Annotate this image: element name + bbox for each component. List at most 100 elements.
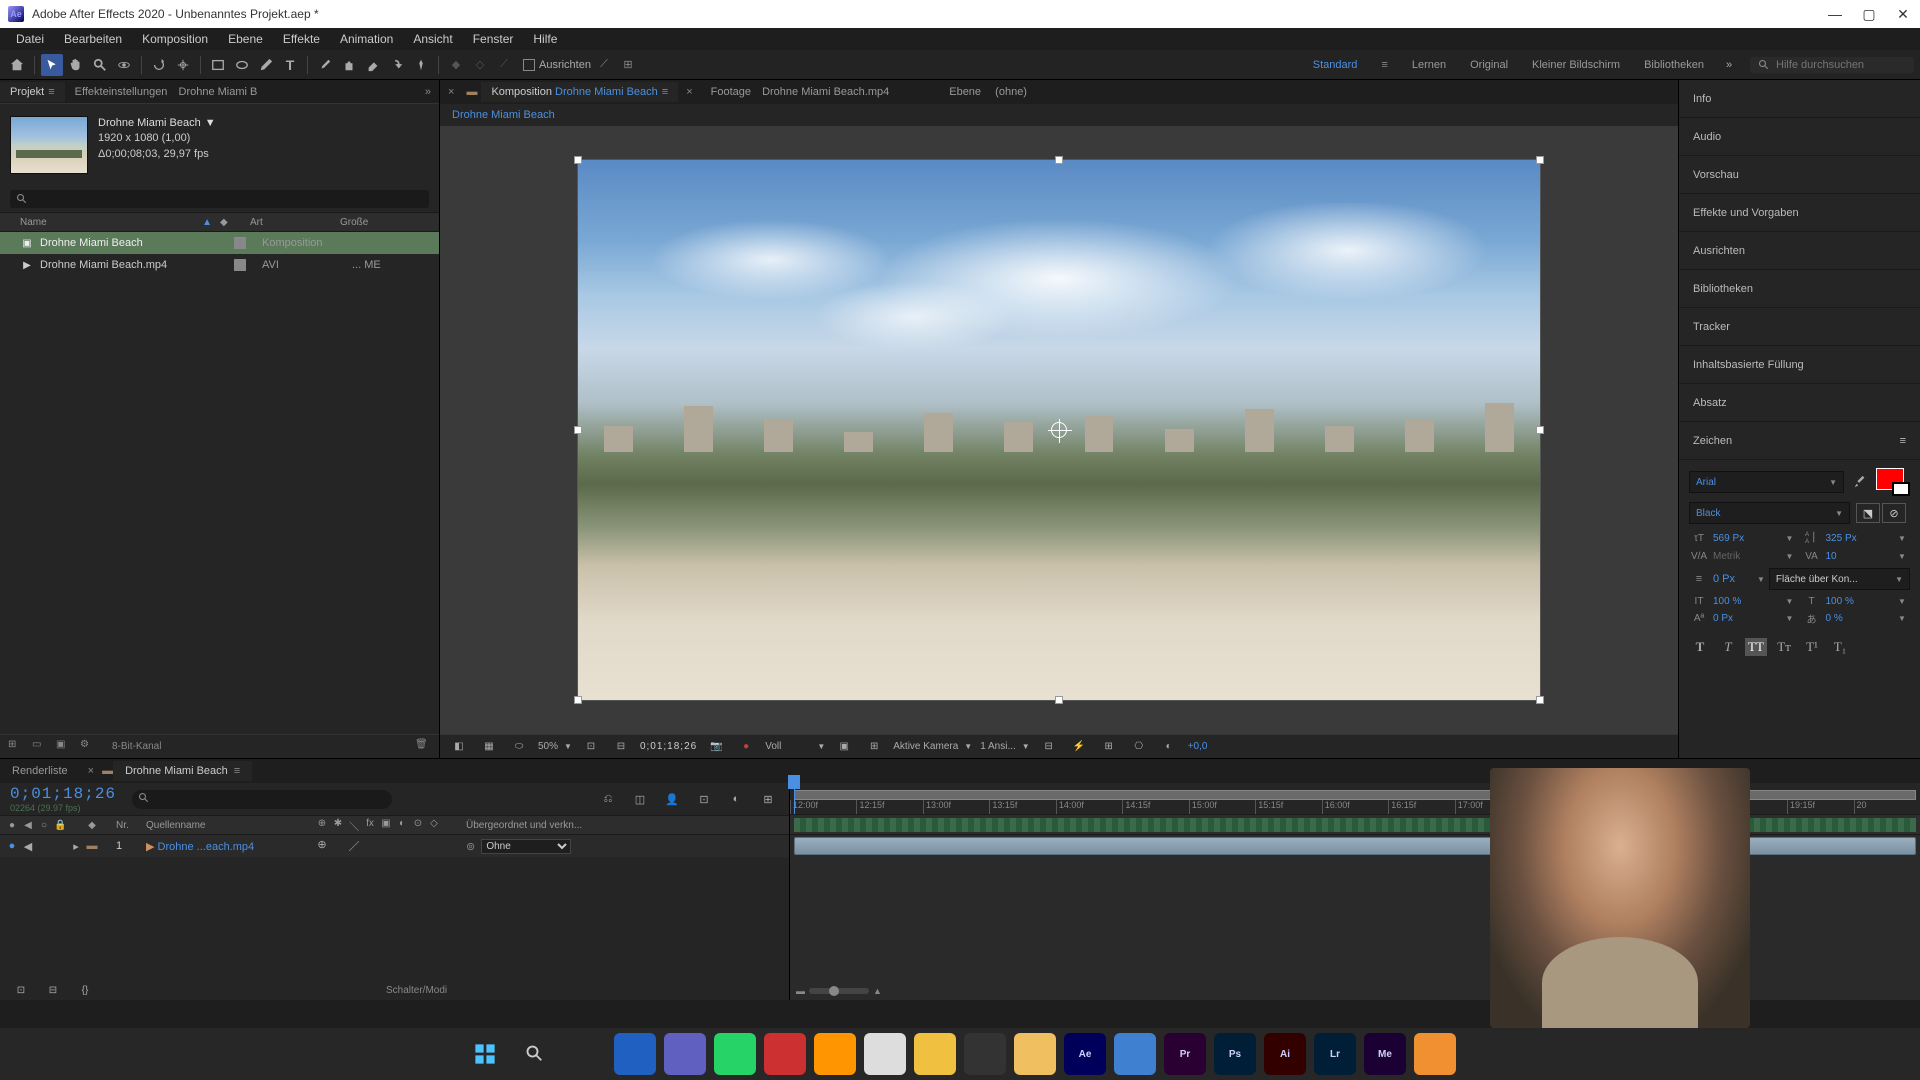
taskbar-lightroom[interactable]: Lr	[1314, 1033, 1356, 1075]
exposure-value[interactable]: +0,0	[1188, 741, 1208, 752]
menu-komposition[interactable]: Komposition	[132, 30, 218, 48]
menu-fenster[interactable]: Fenster	[463, 30, 524, 48]
close-button[interactable]: ✕	[1894, 5, 1912, 23]
new-folder-icon[interactable]: ▭	[32, 739, 48, 755]
help-search[interactable]	[1750, 57, 1914, 73]
taskbar-app-blue[interactable]	[1114, 1033, 1156, 1075]
resolution-dropdown[interactable]: Voll ▼	[765, 741, 825, 752]
small-caps-button[interactable]: Tᴛ	[1773, 638, 1795, 656]
tracking-value[interactable]: 10	[1826, 551, 1895, 562]
taskbar-windows-start[interactable]	[464, 1033, 506, 1075]
maximize-button[interactable]: ▢	[1860, 5, 1878, 23]
snap-grid-icon[interactable]: ⊞	[617, 54, 639, 76]
taskbar-search[interactable]	[514, 1033, 556, 1075]
canvas[interactable]	[577, 159, 1541, 701]
leading-value[interactable]: 325 Px	[1826, 533, 1895, 544]
switches-modes-label[interactable]: Schalter/Modi	[386, 985, 447, 996]
project-item[interactable]: ▶Drohne Miami Beach.mp4AVI... ME	[0, 254, 439, 276]
anchor-point-icon[interactable]	[1051, 422, 1067, 438]
label-column-icon[interactable]: ◆	[220, 217, 228, 228]
track-row[interactable]	[790, 835, 1920, 857]
transform-handle[interactable]	[1055, 696, 1063, 704]
menu-ebene[interactable]: Ebene	[218, 30, 273, 48]
selection-tool[interactable]	[41, 54, 63, 76]
project-search[interactable]	[10, 190, 429, 208]
roto-tool[interactable]	[386, 54, 408, 76]
show-channel-icon[interactable]: ●	[735, 736, 757, 758]
shy-icon[interactable]: 👤	[661, 788, 683, 810]
transform-handle[interactable]	[1536, 696, 1544, 704]
faux-italic-button[interactable]: T	[1717, 638, 1739, 656]
panel-inhaltsbasierte-füllung[interactable]: Inhaltsbasierte Füllung	[1679, 346, 1920, 384]
flowchart-icon[interactable]: ⎔	[1128, 736, 1150, 758]
tab-footage[interactable]: Footage Drohne Miami Beach.mp4	[701, 82, 900, 102]
menu-datei[interactable]: Datei	[6, 30, 54, 48]
toggle-modes-icon[interactable]: ⊟	[42, 979, 64, 1001]
playhead-head-icon[interactable]	[788, 775, 800, 789]
rotation-tool[interactable]	[148, 54, 170, 76]
hscale-value[interactable]: 100 %	[1826, 596, 1895, 607]
timeline-track-area[interactable]: 12:00f12:15f13:00f13:15f14:00f14:15f15:0…	[790, 783, 1920, 1000]
menu-hilfe[interactable]: Hilfe	[523, 30, 567, 48]
orbit-tool[interactable]	[113, 54, 135, 76]
taskbar-explorer[interactable]	[1014, 1033, 1056, 1075]
panel-absatz[interactable]: Absatz	[1679, 384, 1920, 422]
taskbar-firefox[interactable]	[814, 1033, 856, 1075]
font-size-value[interactable]: 569 Px	[1713, 533, 1782, 544]
brush-tool[interactable]	[314, 54, 336, 76]
snapping-toggle[interactable]: Ausrichten	[523, 59, 591, 71]
frame-blend-icon[interactable]: ⊡	[693, 788, 715, 810]
alpha-toggle-icon[interactable]: ◧	[448, 736, 470, 758]
fast-preview-icon[interactable]: ⚡	[1068, 736, 1090, 758]
breadcrumb[interactable]: Drohne Miami Beach	[452, 109, 555, 121]
font-family-dropdown[interactable]: Arial▼	[1689, 471, 1844, 493]
taskbar-task-view[interactable]	[564, 1033, 606, 1075]
hand-tool[interactable]	[65, 54, 87, 76]
tab-layer[interactable]: Ebene (ohne)	[939, 82, 1037, 102]
taskbar-media-encoder[interactable]: Me	[1364, 1033, 1406, 1075]
trash-icon[interactable]: 🗑	[415, 739, 431, 755]
playhead[interactable]	[794, 783, 795, 814]
all-caps-button[interactable]: TT	[1745, 638, 1767, 656]
zoom-out-icon[interactable]: ▬	[796, 986, 805, 996]
superscript-button[interactable]: T¹	[1801, 638, 1823, 656]
bit-depth-label[interactable]: 8-Bit-Kanal	[112, 741, 161, 752]
toggle-switches-icon[interactable]: ⊡	[10, 979, 32, 1001]
panel-ausrichten[interactable]: Ausrichten	[1679, 232, 1920, 270]
panel-menu-icon[interactable]: ≡	[1900, 435, 1906, 447]
stroke-style-dropdown[interactable]: Fläche über Kon...▼	[1769, 568, 1910, 590]
draft-3d-icon[interactable]: ◫	[629, 788, 651, 810]
zoom-tool[interactable]	[89, 54, 111, 76]
workspace-standard[interactable]: Standard	[1313, 59, 1358, 71]
timeline-layer-row[interactable]: ●◀▸▬ 1 ▶ Drohne ...each.mp4 ⊕／ ⊚ Ohne	[0, 835, 789, 857]
rectangle-tool[interactable]	[207, 54, 229, 76]
composition-viewer[interactable]	[440, 126, 1678, 734]
motion-blur-icon[interactable]: ◐	[725, 788, 747, 810]
viewer-timecode[interactable]: 0;01;18;26	[640, 741, 697, 752]
tab-timeline-comp[interactable]: Drohne Miami Beach ≡	[113, 761, 252, 781]
snapshot-icon[interactable]: 📷	[705, 736, 727, 758]
eyedropper-icon[interactable]	[1850, 472, 1870, 492]
zoom-dropdown[interactable]: 50% ▼	[538, 741, 572, 752]
tab-project[interactable]: Projekt ≡	[0, 82, 65, 102]
panel-effekte-und-vorgaben[interactable]: Effekte und Vorgaben	[1679, 194, 1920, 232]
panel-tracker[interactable]: Tracker	[1679, 308, 1920, 346]
menu-ansicht[interactable]: Ansicht	[403, 30, 462, 48]
vscale-value[interactable]: 100 %	[1713, 596, 1782, 607]
kerning-value[interactable]: Metrik	[1713, 551, 1782, 562]
grid-icon[interactable]: ⊞	[863, 736, 885, 758]
minimize-button[interactable]: —	[1826, 5, 1844, 23]
panel-audio[interactable]: Audio	[1679, 118, 1920, 156]
interpret-footage-icon[interactable]: ⊞	[8, 739, 24, 755]
panel-bibliotheken[interactable]: Bibliotheken	[1679, 270, 1920, 308]
transform-handle[interactable]	[574, 696, 582, 704]
stroke-color-swatch[interactable]	[1892, 482, 1910, 496]
exposure-reset-icon[interactable]: ◐	[1158, 736, 1180, 758]
tab-composition[interactable]: Komposition Drohne Miami Beach ≡	[481, 82, 678, 102]
tab-close-icon[interactable]: ×	[678, 86, 700, 98]
clone-tool[interactable]	[338, 54, 360, 76]
taskbar-illustrator[interactable]: Ai	[1264, 1033, 1306, 1075]
workspace-lernen[interactable]: Lernen	[1412, 59, 1446, 71]
taskbar-teams[interactable]	[664, 1033, 706, 1075]
taskbar-obs[interactable]	[964, 1033, 1006, 1075]
